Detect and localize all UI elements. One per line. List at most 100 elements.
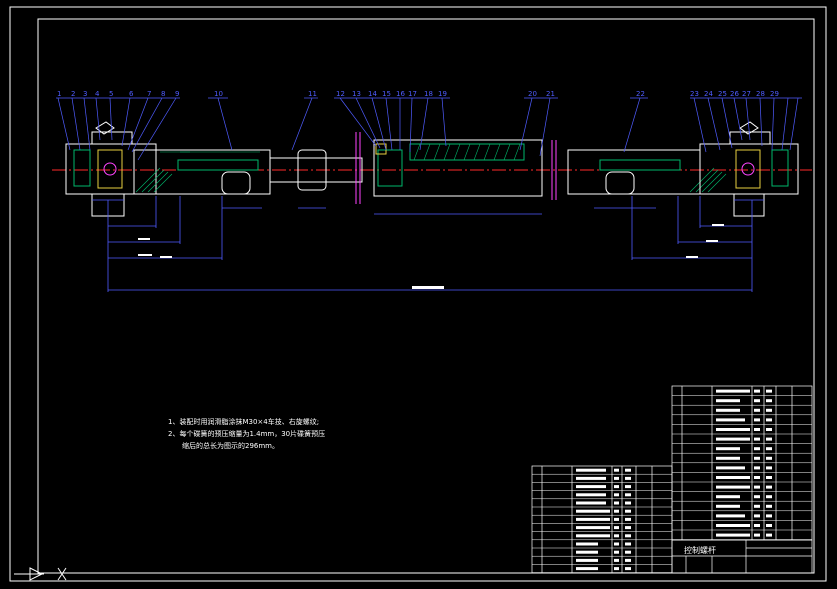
left-nut <box>221 171 251 195</box>
table-cell-block <box>716 456 740 460</box>
table-cell-block <box>754 418 760 422</box>
table-cell-block <box>716 408 740 412</box>
table-cell-block <box>754 495 760 499</box>
table-cell-block <box>614 558 619 562</box>
left-seal <box>73 149 91 187</box>
drawing-title: 控制螺杆 <box>684 546 716 555</box>
note-line: 1、装配时用润滑脂涂抹M30×4车技、右旋螺纹; <box>168 418 320 426</box>
table-cell-block <box>716 418 745 422</box>
overall-dimension-label <box>412 286 444 289</box>
table-cell-block <box>576 468 606 472</box>
table-cell-block <box>716 437 750 441</box>
table-cell-block <box>754 485 760 489</box>
technical-notes: 1、装配时用润滑脂涂抹M30×4车技、右旋螺纹; 2、每个碟簧的预压缩量为1.4… <box>168 416 325 452</box>
table-cell-block <box>625 558 631 562</box>
table-cell-block <box>614 526 619 530</box>
dimension-lines <box>92 196 764 292</box>
assembly-view <box>52 97 812 292</box>
table-cell-block <box>754 504 760 508</box>
balloon-label: 16 <box>396 90 405 98</box>
table-cell-block <box>576 509 610 513</box>
table-cell-block <box>614 542 619 546</box>
table-cell-block <box>754 447 760 451</box>
table-cell-block <box>576 542 598 546</box>
table-cell-block <box>614 534 619 538</box>
table-cell-block <box>766 456 772 460</box>
table-cell-block <box>614 501 619 505</box>
dimension-label <box>712 224 724 226</box>
table-cell-block <box>766 495 772 499</box>
dimension-label <box>686 256 698 258</box>
balloon-label: 26 <box>730 90 739 98</box>
table-cell-block <box>614 517 619 521</box>
central-cylinder <box>373 139 543 197</box>
inner-border <box>37 18 815 574</box>
table-cell-block <box>716 514 745 518</box>
table-cell-block <box>716 504 740 508</box>
balloon-label: 8 <box>161 90 165 98</box>
table-cell-block <box>625 509 631 513</box>
table-cell-block <box>716 485 750 489</box>
table-cell-block <box>716 399 740 403</box>
central-end-cap <box>377 149 403 187</box>
table-cell-block <box>754 533 760 537</box>
disc-spring-hatch <box>413 143 521 161</box>
dimension-label <box>138 254 152 256</box>
table-cell-block <box>716 447 740 451</box>
table-cell-block <box>576 476 606 480</box>
balloon-label: 4 <box>95 90 100 98</box>
table-cell-block <box>716 524 750 527</box>
balloon-label: 12 <box>336 90 345 98</box>
balloon-label: 13 <box>352 90 361 98</box>
table-cell-block <box>576 517 610 521</box>
table-cell-block <box>625 517 631 521</box>
right-hatch <box>689 167 727 193</box>
table-cell-block <box>614 567 619 571</box>
balloon-label: 15 <box>382 90 391 98</box>
balloon-label: 3 <box>83 90 87 98</box>
table-cell-block <box>625 485 631 489</box>
table-cell-block <box>766 533 772 537</box>
table-cell-block <box>754 514 760 518</box>
table-cell-block <box>625 567 631 571</box>
table-cell-block <box>614 493 619 497</box>
table-cell-block <box>766 466 772 470</box>
table-cell-block <box>716 466 745 470</box>
table-cell-block <box>625 493 631 497</box>
balloon-label: 22 <box>636 90 645 98</box>
part-balloons: 1 2 3 4 5 6 7 8 9 10 11 12 13 14 15 16 1… <box>57 90 779 98</box>
table-cell-block <box>754 456 760 460</box>
table-cell-block <box>716 428 750 431</box>
balloon-label: 29 <box>770 90 779 98</box>
dimension-label <box>706 240 718 242</box>
table-cell-block <box>614 476 619 480</box>
table-cell-block <box>766 408 772 412</box>
balloon-label: 9 <box>175 90 179 98</box>
left-spring-pack <box>177 159 259 171</box>
table-cell-block <box>614 468 619 472</box>
balloon-label: 25 <box>718 90 727 98</box>
table-cell-block <box>576 493 606 497</box>
table-cell-text-blocks <box>576 389 772 571</box>
table-cell-block <box>766 428 772 431</box>
right-bearing-ball <box>741 162 755 176</box>
table-cell-block <box>576 534 610 538</box>
left-bearing <box>97 149 123 189</box>
balloon-label: 21 <box>546 90 555 98</box>
table-cell-block <box>576 558 598 562</box>
note-line: 2、每个碟簧的预压缩量为1.4mm，30片碟簧预压 <box>168 430 326 438</box>
table-cell-block <box>625 550 631 554</box>
note-line: 缩后的总长为图示的296mm。 <box>182 442 279 450</box>
table-cell-block <box>766 524 772 527</box>
table-cell-block <box>766 485 772 489</box>
table-cell-block <box>625 468 631 472</box>
table-cell-block <box>754 437 760 441</box>
right-spring-pack <box>599 159 681 171</box>
right-foot <box>733 193 765 217</box>
balloon-label: 28 <box>756 90 765 98</box>
table-cell-block <box>754 408 760 412</box>
dimension-label <box>138 238 150 240</box>
right-seal <box>771 149 789 187</box>
table-cell-block <box>614 485 619 489</box>
table-cell-block <box>716 389 750 393</box>
